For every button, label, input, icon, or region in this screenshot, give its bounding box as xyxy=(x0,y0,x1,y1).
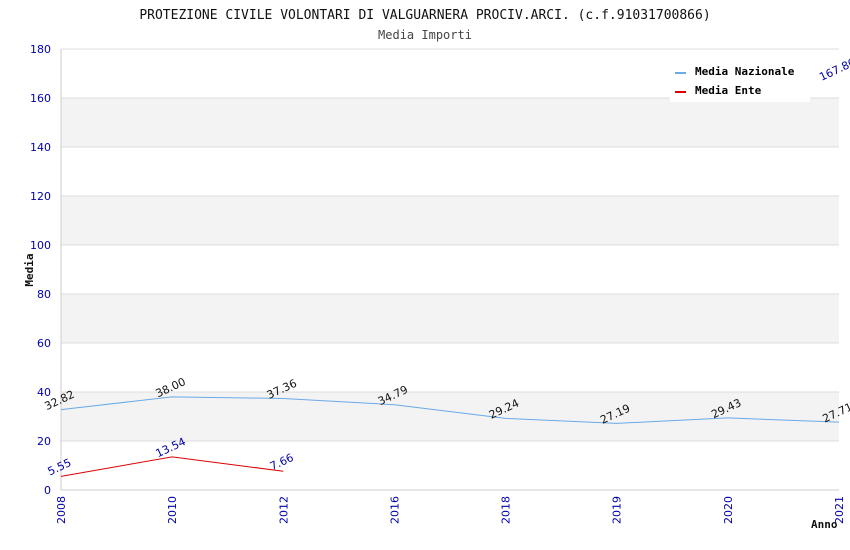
y-axis-label: Media xyxy=(23,253,36,286)
y-tick-label: 140 xyxy=(30,141,51,154)
y-tick-label: 40 xyxy=(37,386,51,399)
x-tick-label: 2019 xyxy=(611,496,624,524)
x-tick-label: 2020 xyxy=(722,496,735,524)
y-tick-label: 60 xyxy=(37,337,51,350)
grid-band xyxy=(61,196,839,245)
x-tick-label: 2018 xyxy=(500,496,513,524)
y-tick-label: 120 xyxy=(30,190,51,203)
x-tick-label: 2008 xyxy=(55,496,68,524)
x-tick-label: 2016 xyxy=(388,496,401,524)
x-tick-labels: 2008 2010 2012 2016 2018 2019 2020 2021 xyxy=(55,496,846,524)
legend: Media Nazionale Media Ente xyxy=(670,60,810,102)
legend-label: Media Nazionale xyxy=(695,65,795,78)
chart-title: PROTEZIONE CIVILE VOLONTARI DI VALGUARNE… xyxy=(139,8,710,23)
grid-bands xyxy=(61,49,839,490)
chart-subtitle: Media Importi xyxy=(378,28,472,42)
y-tick-label: 0 xyxy=(44,484,51,497)
grid-band xyxy=(61,294,839,343)
grid-band xyxy=(61,245,839,294)
grid-band xyxy=(61,98,839,147)
x-axis-label: Anno xyxy=(811,518,838,531)
legend-label: Media Ente xyxy=(695,84,762,97)
y-tick-label: 180 xyxy=(30,43,51,56)
grid-band xyxy=(61,147,839,196)
x-tick-label: 2010 xyxy=(166,496,179,524)
y-tick-label: 160 xyxy=(30,92,51,105)
y-tick-label: 20 xyxy=(37,435,51,448)
y-tick-label: 100 xyxy=(30,239,51,252)
x-tick-label: 2012 xyxy=(277,496,290,524)
y-tick-label: 80 xyxy=(37,288,51,301)
chart: 0 20 40 60 80 100 120 140 160 180 2008 2010 2012 201… xyxy=(23,8,850,531)
